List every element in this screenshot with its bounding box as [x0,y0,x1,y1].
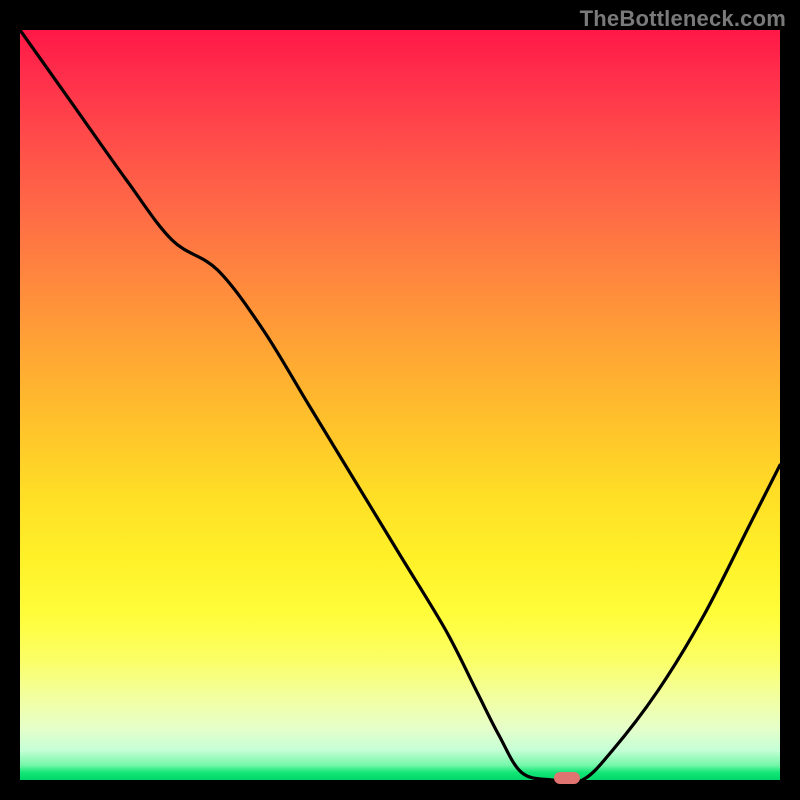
plot-area [20,30,780,780]
chart-container: TheBottleneck.com [0,0,800,800]
bottleneck-curve [20,30,780,780]
optimal-marker [554,772,580,784]
watermark-text: TheBottleneck.com [580,6,786,32]
